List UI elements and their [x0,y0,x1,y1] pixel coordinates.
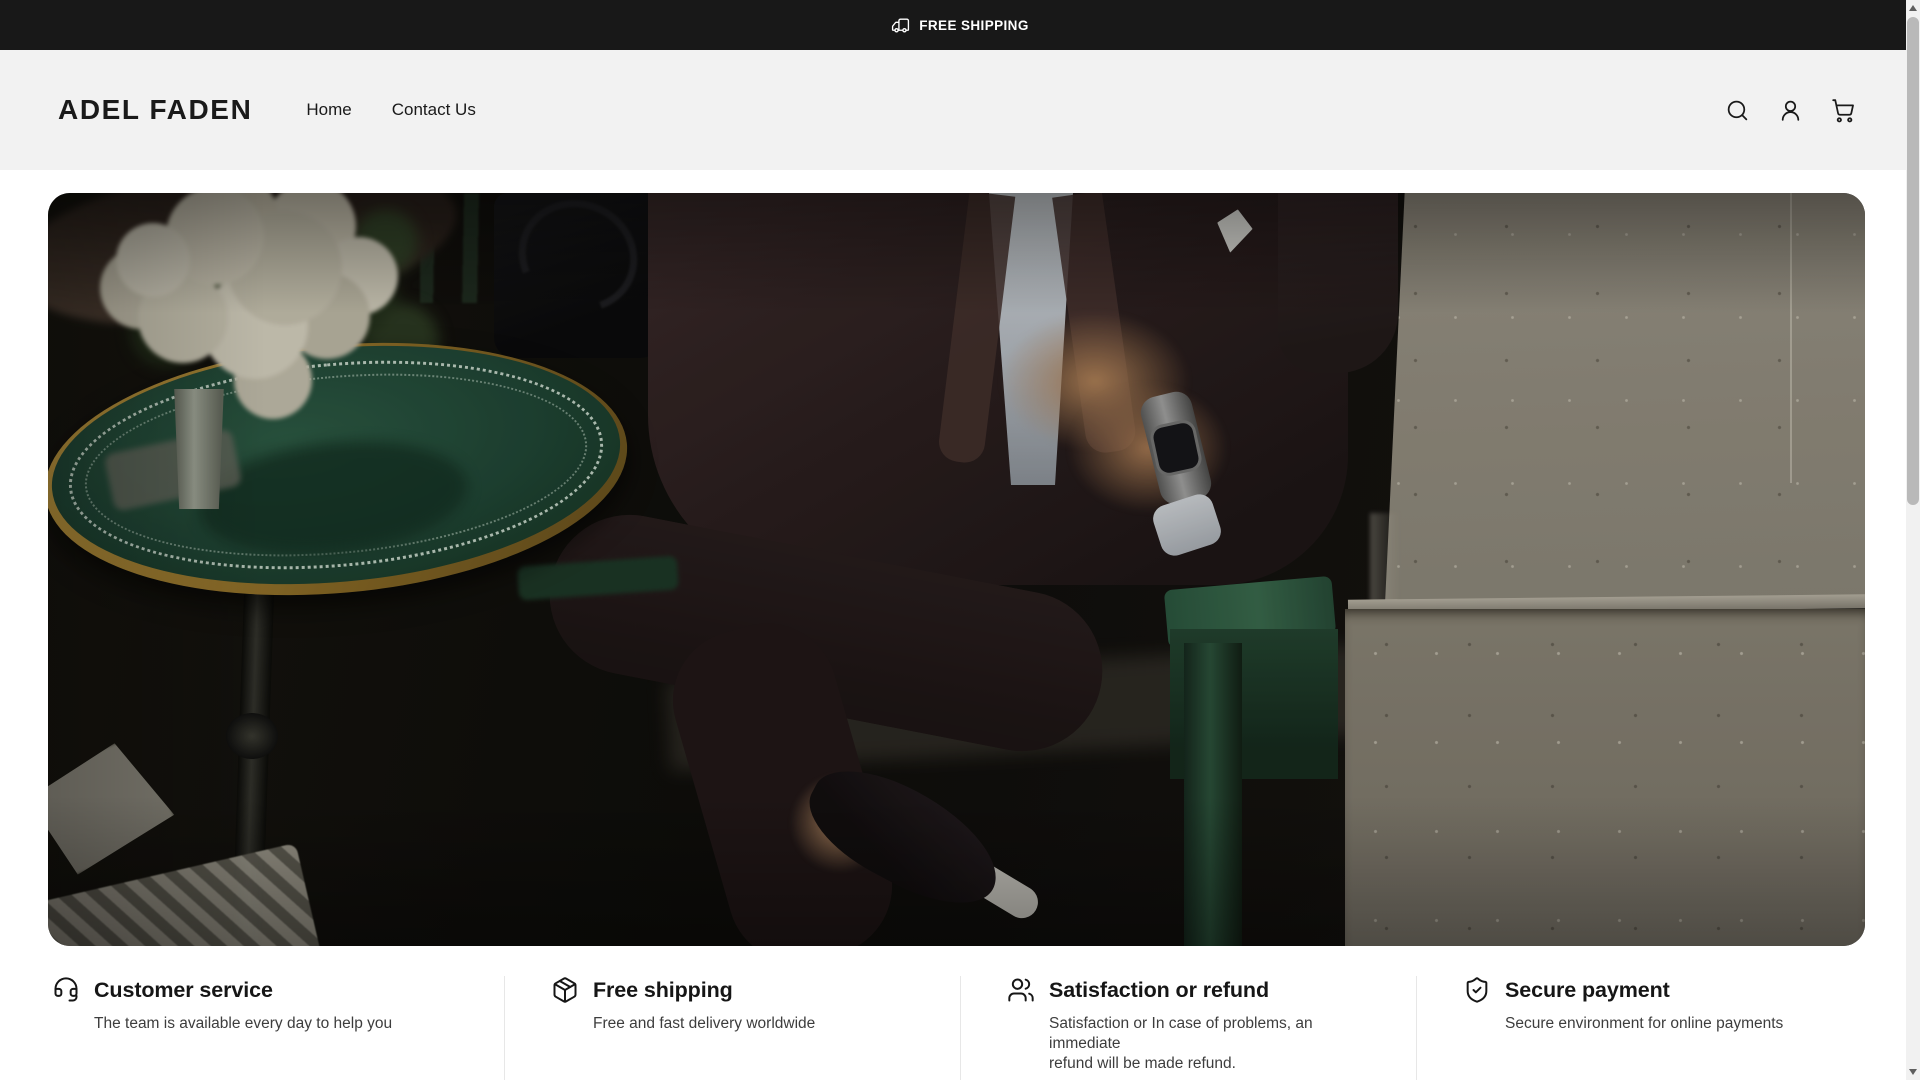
scrollbar-thumb[interactable] [1907,17,1919,505]
scrollbar[interactable] [1906,0,1920,1080]
package-icon [551,976,579,1004]
feature-description: Free and fast delivery worldwide [593,1015,816,1032]
cart-button[interactable] [1830,97,1856,123]
store-logo[interactable]: ADEL FADEN [58,94,252,126]
main-nav: Home Contact Us [306,100,475,120]
shield-check-icon [1463,976,1491,1004]
headset-icon [52,976,80,1004]
feature-customer-service: Customer service The team is available e… [48,976,504,1080]
nav-link-contact-us[interactable]: Contact Us [392,100,476,120]
feature-free-shipping: Free shipping Free and fast delivery wor… [504,976,960,1080]
feature-description: Secure environment for online payments [1505,1015,1784,1032]
account-button[interactable] [1777,97,1803,123]
header-actions [1724,97,1856,123]
scrollbar-up-arrow[interactable] [1906,0,1920,16]
feature-title: Secure payment [1505,977,1670,1002]
feature-secure-payment: Secure payment Secure environment for on… [1416,976,1872,1080]
site-header: ADEL FADEN Home Contact Us [0,50,1906,170]
users-icon [1007,976,1035,1004]
announcement-text: FREE SHIPPING [919,17,1029,33]
feature-satisfaction-refund: Satisfaction or refund Satisfaction or I… [960,976,1416,1080]
feature-description: The team is available every day to help … [94,1015,393,1032]
search-button[interactable] [1724,97,1750,123]
feature-title: Free shipping [593,977,733,1002]
feature-description: Satisfaction or In case of problems, an … [1049,1015,1313,1073]
nav-link-home[interactable]: Home [306,100,351,120]
cart-icon [1831,98,1856,123]
search-icon [1725,98,1750,123]
hero-image [48,193,1865,946]
hero-dark-overlay [48,193,1865,946]
feature-title: Customer service [94,977,273,1002]
account-icon [1778,98,1803,123]
features-row: Customer service The team is available e… [48,976,1872,1080]
truck-icon [891,16,910,35]
scrollbar-down-arrow[interactable] [1906,1064,1920,1080]
feature-title: Satisfaction or refund [1049,977,1269,1002]
announcement-bar: FREE SHIPPING [0,0,1920,50]
